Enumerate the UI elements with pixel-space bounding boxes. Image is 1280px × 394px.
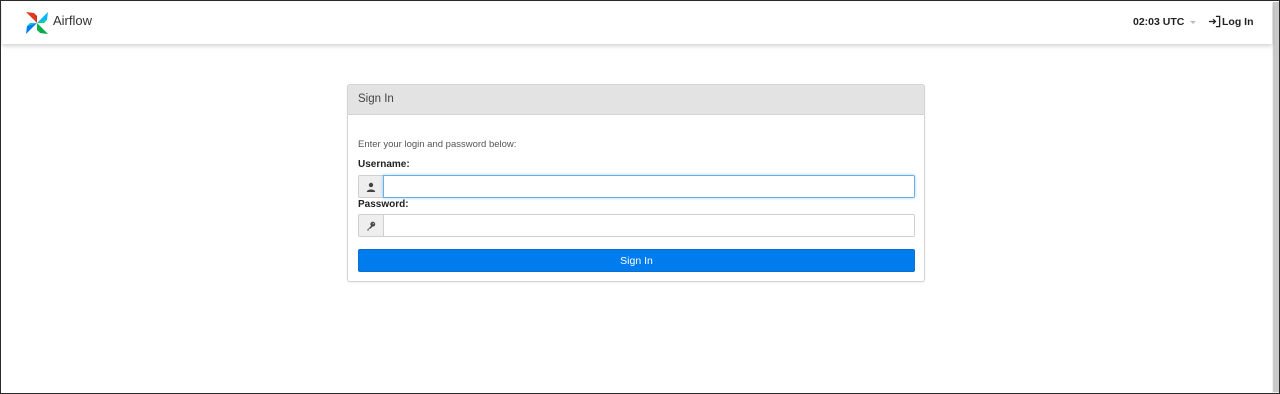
login-hint: Enter your login and password below: — [358, 139, 517, 150]
sign-in-button[interactable]: Sign In — [358, 249, 915, 272]
app-name: Airflow — [53, 12, 93, 28]
username-input-group — [358, 175, 915, 198]
password-input-group — [358, 214, 915, 237]
login-label: Log In — [1222, 15, 1254, 28]
username-input[interactable] — [383, 175, 915, 198]
scrollbar-thumb[interactable] — [1273, 2, 1279, 392]
password-label: Password: — [358, 199, 409, 210]
panel-title: Sign In — [348, 85, 924, 115]
password-input[interactable] — [383, 214, 915, 237]
key-icon — [358, 214, 383, 237]
user-icon — [358, 175, 383, 198]
username-label: Username: — [358, 159, 410, 170]
chevron-down-icon — [1190, 20, 1197, 24]
clock-text: 02:03 UTC — [1133, 16, 1185, 28]
sign-in-icon — [1208, 15, 1221, 28]
brand-link[interactable]: Airflow — [24, 10, 92, 36]
airflow-logo-icon — [26, 12, 48, 34]
top-navbar: Airflow 02:03 UTC Log In — [2, 2, 1272, 44]
utc-clock-dropdown[interactable]: 02:03 UTC — [1133, 16, 1197, 28]
login-link[interactable]: Log In — [1208, 15, 1254, 28]
login-panel: Sign In Enter your login and password be… — [347, 84, 925, 282]
app-window: Airflow 02:03 UTC Log In Sign In Enter y… — [0, 0, 1280, 394]
